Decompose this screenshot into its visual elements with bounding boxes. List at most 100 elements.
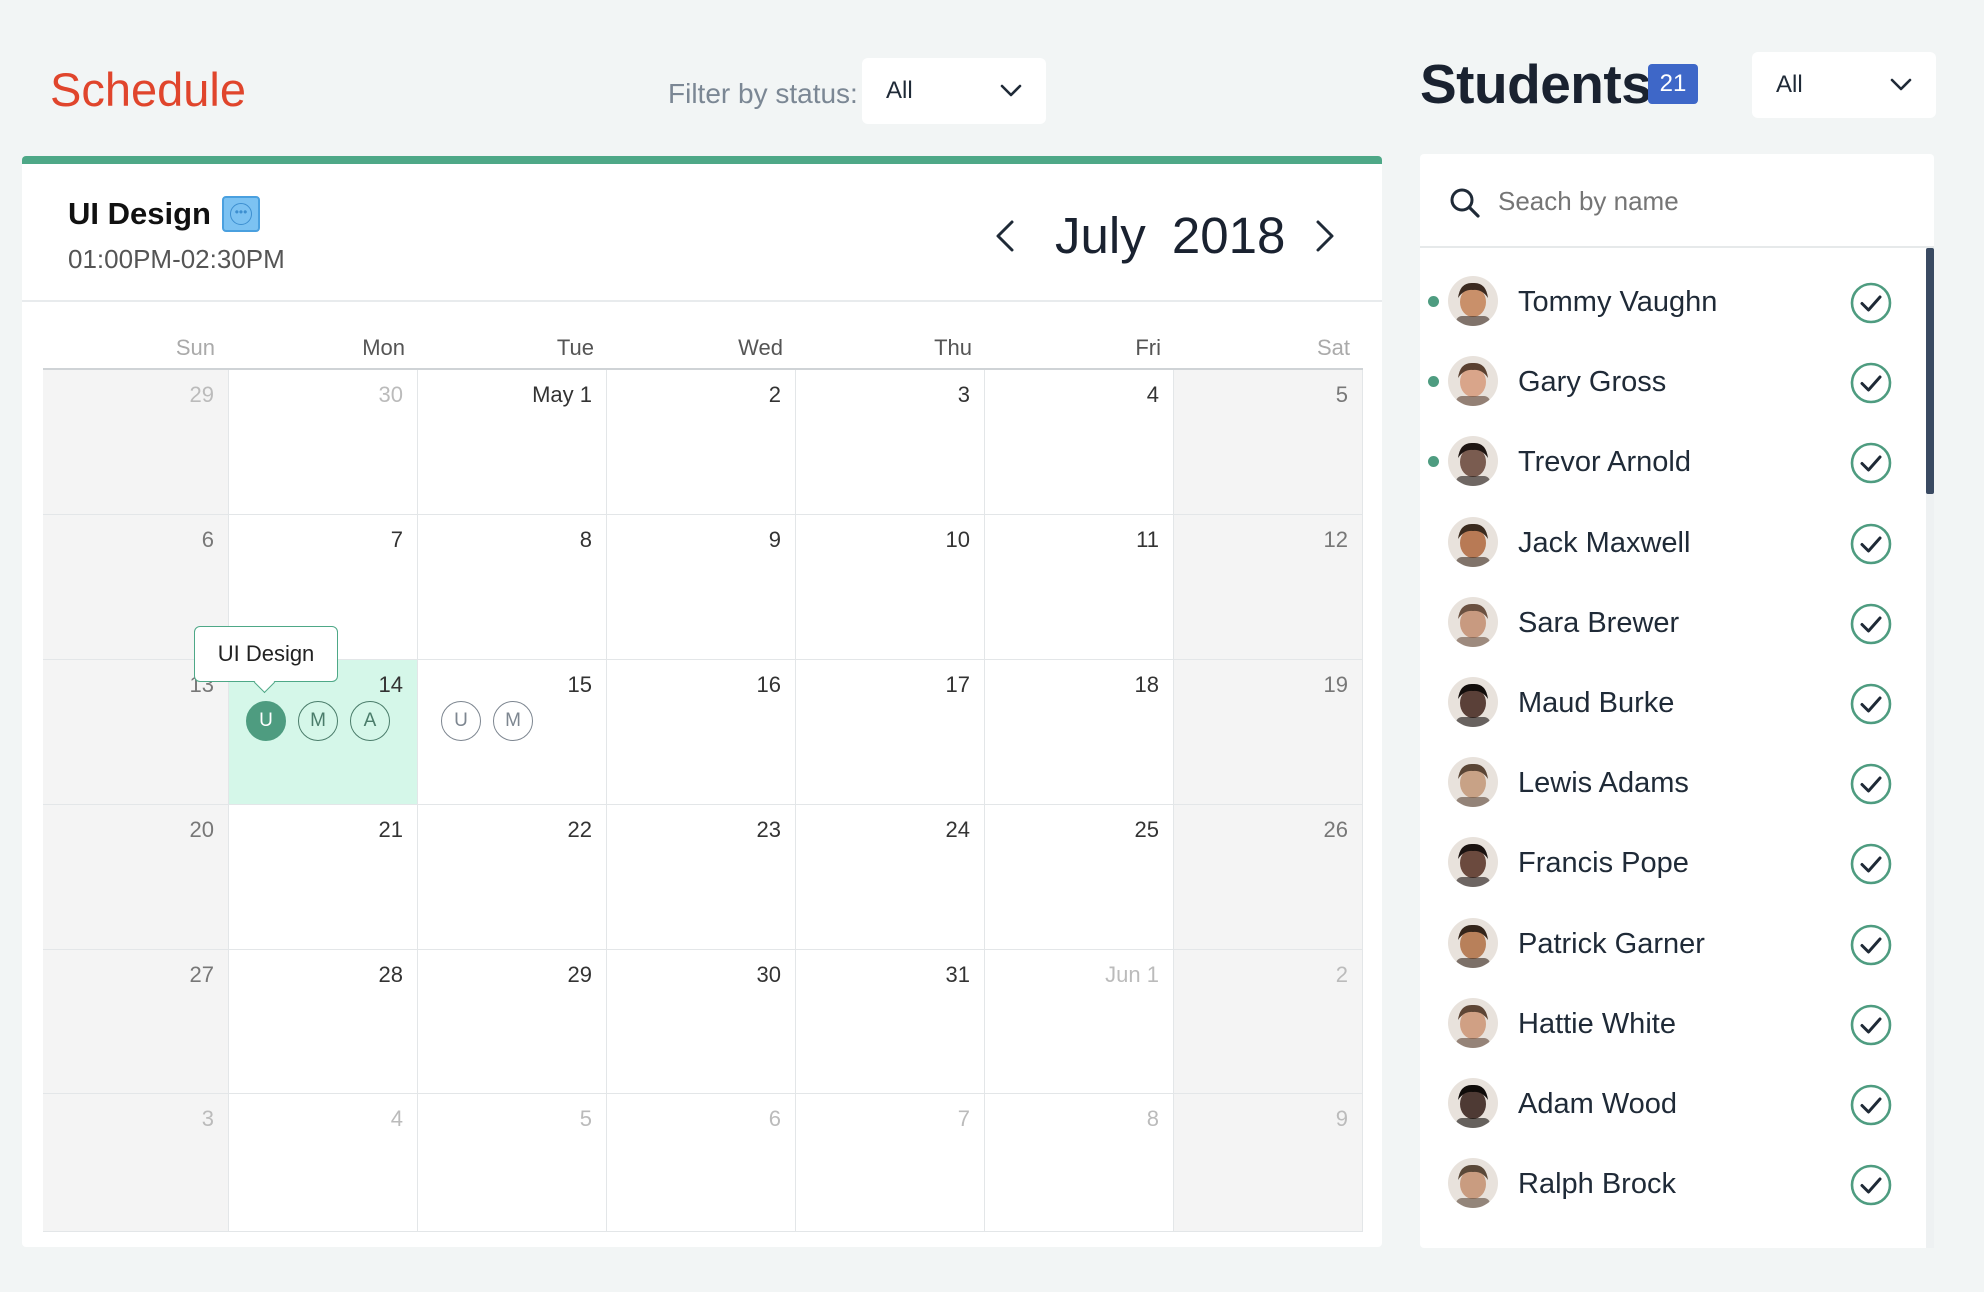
calendar-day[interactable]: 29 <box>418 950 607 1094</box>
calendar-day[interactable]: 19 <box>1174 660 1363 805</box>
calendar-day[interactable]: 31 <box>796 950 985 1094</box>
weekday-thu: Thu <box>934 335 972 360</box>
calendar-day[interactable]: 2 <box>1174 950 1363 1094</box>
student-row[interactable]: Tommy Vaughn <box>1420 256 1920 336</box>
calendar-day[interactable]: 6 <box>607 1094 796 1232</box>
student-row[interactable]: Lewis Adams <box>1420 737 1920 817</box>
calendar-day[interactable]: 21 <box>229 805 418 950</box>
calendar-day[interactable]: 30 <box>607 950 796 1094</box>
student-row[interactable]: Maud Burke <box>1420 657 1920 737</box>
day-number: 8 <box>1146 1106 1159 1131</box>
check-circle-icon[interactable] <box>1850 924 1892 966</box>
calendar-day[interactable]: 20 <box>43 805 229 950</box>
weekday-wed: Wed <box>738 335 783 360</box>
check-circle-icon[interactable] <box>1850 362 1892 404</box>
divider <box>1420 246 1934 248</box>
student-name: Adam Wood <box>1518 1088 1678 1120</box>
student-row[interactable]: Ralph Brock <box>1420 1138 1920 1218</box>
calendar-day[interactable]: 3 <box>43 1094 229 1232</box>
online-status-dot <box>1428 376 1439 388</box>
day-number: 9 <box>768 527 781 552</box>
chevron-left-icon[interactable] <box>990 216 1020 256</box>
day-number: 5 <box>579 1106 592 1131</box>
student-row[interactable]: Gary Gross <box>1420 336 1920 416</box>
event-attendee-avatar[interactable]: U <box>246 701 286 741</box>
check-circle-icon[interactable] <box>1850 683 1892 725</box>
student-row[interactable]: Sara Brewer <box>1420 577 1920 657</box>
students-filter-select[interactable]: All <box>1752 52 1936 118</box>
calendar-day[interactable]: 29 <box>43 370 229 515</box>
more-icon: ••• <box>230 203 252 225</box>
avatar <box>1448 516 1498 567</box>
check-circle-icon[interactable] <box>1850 603 1892 645</box>
calendar-day[interactable]: 18 <box>985 660 1174 805</box>
calendar-day[interactable]: 26 <box>1174 805 1363 950</box>
check-circle-icon[interactable] <box>1850 282 1892 324</box>
calendar-day[interactable]: 9 <box>1174 1094 1363 1232</box>
day-number: 23 <box>756 817 781 842</box>
calendar-day[interactable]: 3 <box>796 370 985 515</box>
avatar <box>1448 917 1498 968</box>
calendar-day[interactable]: 10 <box>796 515 985 660</box>
day-number: Jun 1 <box>1105 962 1159 987</box>
student-name: Francis Pope <box>1518 847 1689 880</box>
avatar <box>1448 1158 1498 1209</box>
calendar-day[interactable]: 8 <box>985 1094 1174 1232</box>
event-attendee-avatar[interactable]: U <box>441 701 481 741</box>
day-number: 20 <box>189 817 214 842</box>
event-attendee-avatar[interactable]: M <box>493 701 533 741</box>
day-number: 21 <box>378 817 403 842</box>
calendar-day[interactable]: 25 <box>985 805 1174 950</box>
day-number: 7 <box>390 527 403 552</box>
calendar-day[interactable]: 5 <box>418 1094 607 1232</box>
calendar-day[interactable]: 12 <box>1174 515 1363 660</box>
calendar-day[interactable]: Jun 1 <box>985 950 1174 1094</box>
calendar-day[interactable]: 11 <box>985 515 1174 660</box>
calendar-day[interactable]: 30 <box>229 370 418 515</box>
check-circle-icon[interactable] <box>1850 763 1892 805</box>
calendar-day[interactable]: 22 <box>418 805 607 950</box>
student-name: Ralph Brock <box>1518 1168 1676 1201</box>
student-row[interactable]: Adam Wood <box>1420 1058 1920 1138</box>
day-number: 29 <box>189 382 214 407</box>
search-input[interactable] <box>1498 186 1878 217</box>
calendar-day[interactable]: 5 <box>1174 370 1363 515</box>
check-circle-icon[interactable] <box>1850 1164 1892 1206</box>
day-number: 16 <box>756 672 781 697</box>
student-row[interactable]: Jack Maxwell <box>1420 497 1920 577</box>
calendar-day[interactable]: 4 <box>985 370 1174 515</box>
day-number: 6 <box>768 1106 781 1131</box>
calendar-day[interactable]: 9 <box>607 515 796 660</box>
calendar-day[interactable]: May 1 <box>418 370 607 515</box>
calendar-day[interactable]: 17 <box>796 660 985 805</box>
calendar-day[interactable]: 2 <box>607 370 796 515</box>
check-circle-icon[interactable] <box>1850 1084 1892 1126</box>
calendar-day[interactable]: 28 <box>229 950 418 1094</box>
day-number: 3 <box>201 1106 214 1131</box>
calendar-day[interactable]: 24 <box>796 805 985 950</box>
student-row[interactable]: Trevor Arnold <box>1420 416 1920 496</box>
scrollbar-thumb[interactable] <box>1926 248 1934 494</box>
event-attendee-avatar[interactable]: M <box>298 701 338 741</box>
student-row[interactable]: Patrick Garner <box>1420 898 1920 978</box>
avatar <box>1448 356 1498 407</box>
student-row[interactable]: Hattie White <box>1420 978 1920 1058</box>
day-number: 7 <box>957 1106 970 1131</box>
check-circle-icon[interactable] <box>1850 843 1892 885</box>
course-options-button[interactable]: ••• <box>222 196 260 232</box>
event-attendee-avatar[interactable]: A <box>350 701 390 741</box>
check-circle-icon[interactable] <box>1850 1004 1892 1046</box>
student-row[interactable]: Francis Pope <box>1420 817 1920 897</box>
check-circle-icon[interactable] <box>1850 523 1892 565</box>
chevron-right-icon[interactable] <box>1310 216 1340 256</box>
weekday-sat: Sat <box>1316 335 1350 360</box>
calendar-day[interactable]: 16 <box>607 660 796 805</box>
calendar-day[interactable]: 23 <box>607 805 796 950</box>
calendar-day[interactable]: 4 <box>229 1094 418 1232</box>
check-circle-icon[interactable] <box>1850 442 1892 484</box>
calendar-day[interactable]: 27 <box>43 950 229 1094</box>
calendar-day[interactable]: 7 <box>796 1094 985 1232</box>
status-filter-select[interactable]: All <box>862 58 1046 124</box>
avatar <box>1448 436 1498 487</box>
calendar-day[interactable]: 8 <box>418 515 607 660</box>
